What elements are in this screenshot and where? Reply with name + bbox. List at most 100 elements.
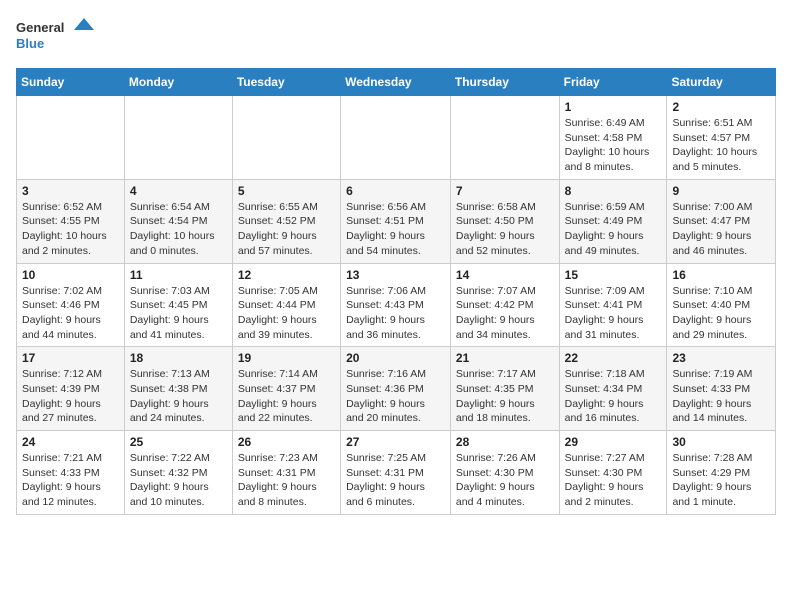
calendar-week-row: 17 Sunrise: 7:12 AM Sunset: 4:39 PM Dayli… [17, 347, 776, 431]
day-info: Sunrise: 7:09 AM Sunset: 4:41 PM Dayligh… [565, 284, 662, 343]
calendar-cell: 26Sunrise: 7:23 AM Sunset: 4:31 PM Dayli… [232, 431, 340, 515]
day-info: Sunrise: 7:05 AM Sunset: 4:44 PM Dayligh… [238, 284, 335, 343]
calendar-cell [124, 96, 232, 180]
calendar-cell: 17 Sunrise: 7:12 AM Sunset: 4:39 PM Dayli… [17, 347, 125, 431]
calendar-cell: 15Sunrise: 7:09 AM Sunset: 4:41 PM Dayli… [559, 263, 667, 347]
calendar-cell [341, 96, 451, 180]
calendar-week-row: 10 Sunrise: 7:02 AM Sunset: 4:46 PM Dayli… [17, 263, 776, 347]
calendar-cell: 10 Sunrise: 7:02 AM Sunset: 4:46 PM Dayli… [17, 263, 125, 347]
day-number: 29 [565, 435, 662, 449]
calendar-cell: 7 Sunrise: 6:58 AM Sunset: 4:50 PM Daylig… [450, 179, 559, 263]
days-of-week-row: SundayMondayTuesdayWednesdayThursdayFrid… [17, 69, 776, 96]
dow-header: Wednesday [341, 69, 451, 96]
svg-text:Blue: Blue [16, 36, 44, 51]
day-info: Sunrise: 6:58 AM Sunset: 4:50 PM Dayligh… [456, 200, 554, 259]
calendar-cell: 28 Sunrise: 7:26 AM Sunset: 4:30 PM Dayli… [450, 431, 559, 515]
day-info: Sunrise: 6:49 AM Sunset: 4:58 PM Dayligh… [565, 116, 662, 175]
day-number: 11 [130, 268, 227, 282]
page-header: General Blue [16, 16, 776, 56]
day-info: Sunrise: 6:54 AM Sunset: 4:54 PM Dayligh… [130, 200, 227, 259]
day-number: 9 [672, 184, 770, 198]
day-info: Sunrise: 7:10 AM Sunset: 4:40 PM Dayligh… [672, 284, 770, 343]
calendar-cell: 21Sunrise: 7:17 AM Sunset: 4:35 PM Dayli… [450, 347, 559, 431]
day-info: Sunrise: 7:25 AM Sunset: 4:31 PM Dayligh… [346, 451, 445, 510]
logo: General Blue [16, 16, 96, 56]
dow-header: Sunday [17, 69, 125, 96]
day-info: Sunrise: 7:06 AM Sunset: 4:43 PM Dayligh… [346, 284, 445, 343]
dow-header: Saturday [667, 69, 776, 96]
calendar-cell: 12 Sunrise: 7:05 AM Sunset: 4:44 PM Dayli… [232, 263, 340, 347]
day-info: Sunrise: 7:21 AM Sunset: 4:33 PM Dayligh… [22, 451, 119, 510]
day-info: Sunrise: 7:13 AM Sunset: 4:38 PM Dayligh… [130, 367, 227, 426]
calendar-week-row: 24 Sunrise: 7:21 AM Sunset: 4:33 PM Dayli… [17, 431, 776, 515]
calendar-cell [450, 96, 559, 180]
calendar-cell: 3Sunrise: 6:52 AM Sunset: 4:55 PM Daylig… [17, 179, 125, 263]
calendar-cell: 13Sunrise: 7:06 AM Sunset: 4:43 PM Dayli… [341, 263, 451, 347]
calendar-cell: 18 Sunrise: 7:13 AM Sunset: 4:38 PM Dayli… [124, 347, 232, 431]
calendar-cell: 1 Sunrise: 6:49 AM Sunset: 4:58 PM Daylig… [559, 96, 667, 180]
calendar-cell: 9 Sunrise: 7:00 AM Sunset: 4:47 PM Daylig… [667, 179, 776, 263]
day-info: Sunrise: 7:07 AM Sunset: 4:42 PM Dayligh… [456, 284, 554, 343]
day-info: Sunrise: 6:59 AM Sunset: 4:49 PM Dayligh… [565, 200, 662, 259]
calendar-cell: 16 Sunrise: 7:10 AM Sunset: 4:40 PM Dayli… [667, 263, 776, 347]
day-number: 18 [130, 351, 227, 365]
day-number: 2 [672, 100, 770, 114]
calendar-cell: 2Sunrise: 6:51 AM Sunset: 4:57 PM Daylig… [667, 96, 776, 180]
calendar-cell: 20Sunrise: 7:16 AM Sunset: 4:36 PM Dayli… [341, 347, 451, 431]
day-number: 6 [346, 184, 445, 198]
calendar-week-row: 3Sunrise: 6:52 AM Sunset: 4:55 PM Daylig… [17, 179, 776, 263]
day-number: 27 [346, 435, 445, 449]
calendar-cell: 14 Sunrise: 7:07 AM Sunset: 4:42 PM Dayli… [450, 263, 559, 347]
dow-header: Friday [559, 69, 667, 96]
day-info: Sunrise: 7:22 AM Sunset: 4:32 PM Dayligh… [130, 451, 227, 510]
calendar-cell: 24 Sunrise: 7:21 AM Sunset: 4:33 PM Dayli… [17, 431, 125, 515]
calendar-cell: 30Sunrise: 7:28 AM Sunset: 4:29 PM Dayli… [667, 431, 776, 515]
svg-text:General: General [16, 20, 64, 35]
logo-icon: General Blue [16, 16, 96, 56]
day-number: 8 [565, 184, 662, 198]
day-number: 24 [22, 435, 119, 449]
day-number: 22 [565, 351, 662, 365]
day-number: 12 [238, 268, 335, 282]
calendar-cell: 25 Sunrise: 7:22 AM Sunset: 4:32 PM Dayli… [124, 431, 232, 515]
calendar-cell: 11Sunrise: 7:03 AM Sunset: 4:45 PM Dayli… [124, 263, 232, 347]
calendar-cell: 5 Sunrise: 6:55 AM Sunset: 4:52 PM Daylig… [232, 179, 340, 263]
calendar-body: 1 Sunrise: 6:49 AM Sunset: 4:58 PM Daylig… [17, 96, 776, 515]
calendar-cell: 27 Sunrise: 7:25 AM Sunset: 4:31 PM Dayli… [341, 431, 451, 515]
day-info: Sunrise: 7:16 AM Sunset: 4:36 PM Dayligh… [346, 367, 445, 426]
day-info: Sunrise: 7:18 AM Sunset: 4:34 PM Dayligh… [565, 367, 662, 426]
day-number: 4 [130, 184, 227, 198]
day-number: 30 [672, 435, 770, 449]
day-info: Sunrise: 6:55 AM Sunset: 4:52 PM Dayligh… [238, 200, 335, 259]
calendar-week-row: 1 Sunrise: 6:49 AM Sunset: 4:58 PM Daylig… [17, 96, 776, 180]
day-number: 5 [238, 184, 335, 198]
day-number: 25 [130, 435, 227, 449]
calendar-cell: 6 Sunrise: 6:56 AM Sunset: 4:51 PM Daylig… [341, 179, 451, 263]
day-number: 3 [22, 184, 119, 198]
day-number: 26 [238, 435, 335, 449]
day-number: 10 [22, 268, 119, 282]
calendar-cell: 8 Sunrise: 6:59 AM Sunset: 4:49 PM Daylig… [559, 179, 667, 263]
day-info: Sunrise: 6:56 AM Sunset: 4:51 PM Dayligh… [346, 200, 445, 259]
day-number: 16 [672, 268, 770, 282]
calendar-table: SundayMondayTuesdayWednesdayThursdayFrid… [16, 68, 776, 515]
calendar-cell [232, 96, 340, 180]
day-info: Sunrise: 7:00 AM Sunset: 4:47 PM Dayligh… [672, 200, 770, 259]
day-number: 1 [565, 100, 662, 114]
day-number: 14 [456, 268, 554, 282]
dow-header: Tuesday [232, 69, 340, 96]
calendar-cell: 4 Sunrise: 6:54 AM Sunset: 4:54 PM Daylig… [124, 179, 232, 263]
day-info: Sunrise: 7:26 AM Sunset: 4:30 PM Dayligh… [456, 451, 554, 510]
day-info: Sunrise: 7:19 AM Sunset: 4:33 PM Dayligh… [672, 367, 770, 426]
day-number: 7 [456, 184, 554, 198]
day-info: Sunrise: 7:14 AM Sunset: 4:37 PM Dayligh… [238, 367, 335, 426]
calendar-cell [17, 96, 125, 180]
day-number: 17 [22, 351, 119, 365]
calendar-cell: 23Sunrise: 7:19 AM Sunset: 4:33 PM Dayli… [667, 347, 776, 431]
day-info: Sunrise: 7:02 AM Sunset: 4:46 PM Dayligh… [22, 284, 119, 343]
dow-header: Monday [124, 69, 232, 96]
calendar-cell: 22 Sunrise: 7:18 AM Sunset: 4:34 PM Dayli… [559, 347, 667, 431]
day-number: 28 [456, 435, 554, 449]
day-info: Sunrise: 7:12 AM Sunset: 4:39 PM Dayligh… [22, 367, 119, 426]
dow-header: Thursday [450, 69, 559, 96]
